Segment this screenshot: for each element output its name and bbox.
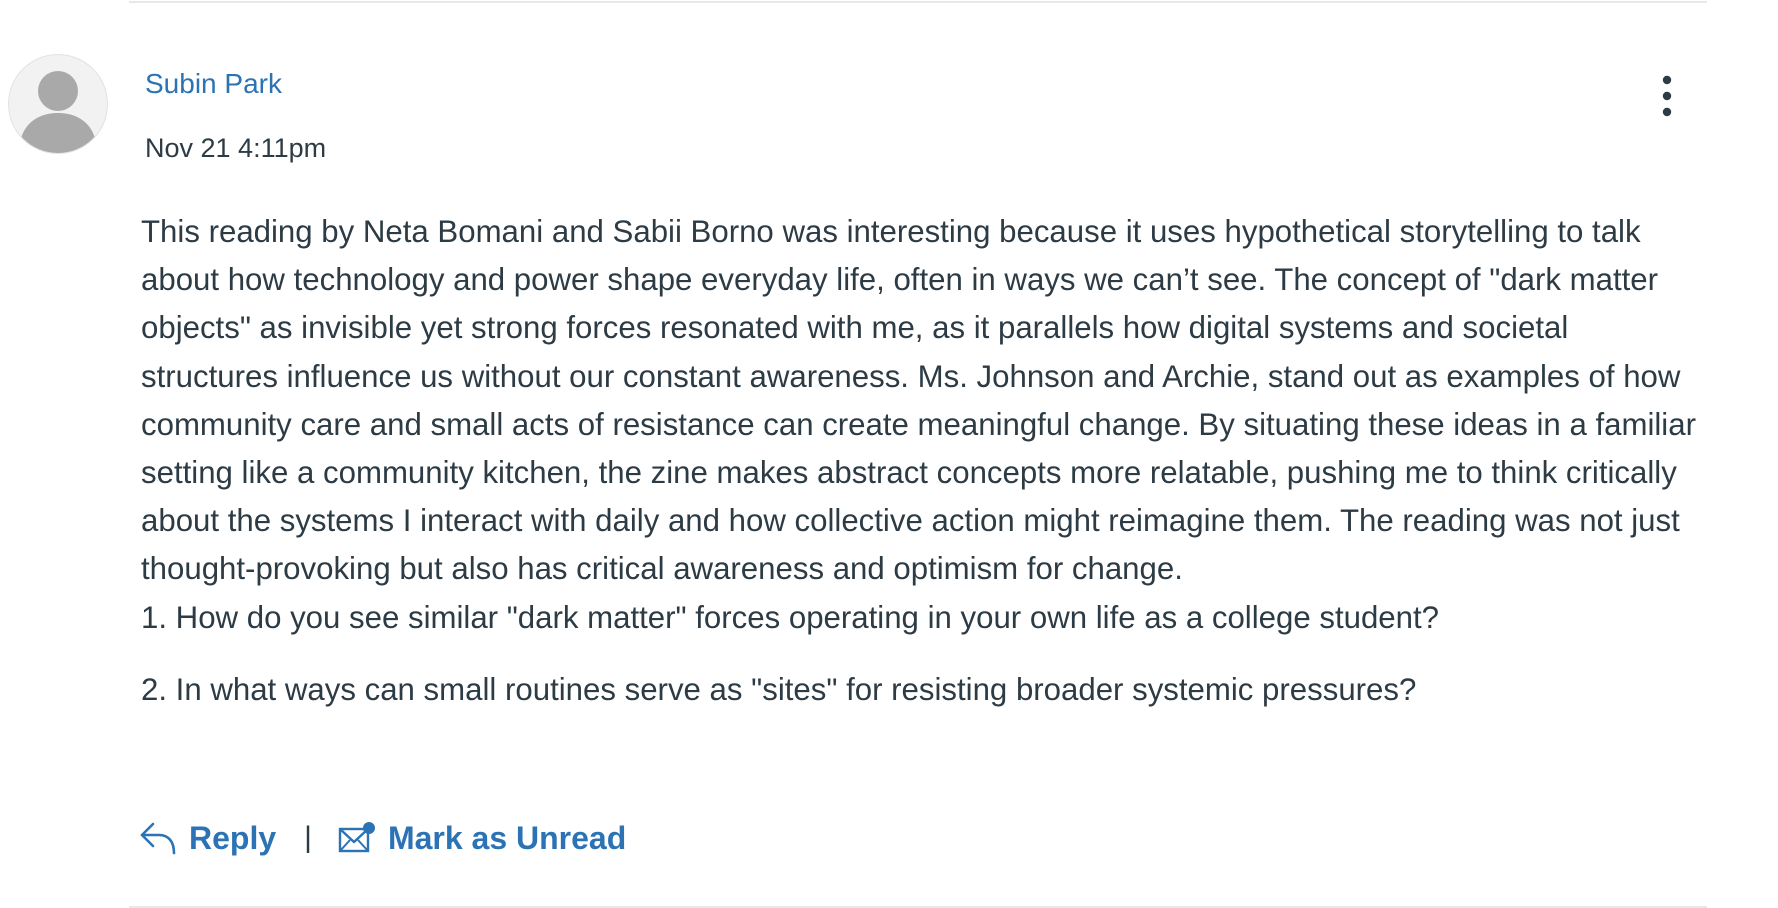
mark-as-unread-button[interactable]: Mark as Unread: [338, 820, 626, 857]
envelope-unread-icon: [338, 822, 375, 853]
post-paragraph: This reading by Neta Bomani and Sabii Bo…: [141, 214, 1696, 587]
discussion-question-1: 1. How do you see similar "dark matter" …: [141, 599, 1440, 635]
avatar[interactable]: [8, 54, 108, 154]
mark-as-unread-label: Mark as Unread: [387, 819, 627, 856]
top-divider: [129, 1, 1707, 3]
more-options-button[interactable]: [1650, 72, 1684, 120]
author-name-link[interactable]: Subin Park: [145, 66, 282, 102]
reply-arrow-icon: [140, 822, 176, 855]
post-body: This reading by Neta Bomani and Sabii Bo…: [141, 208, 1713, 714]
action-separator: |: [304, 821, 312, 854]
reply-button[interactable]: Reply: [139, 820, 276, 857]
discussion-question-2: 2. In what ways can small routines serve…: [141, 671, 1417, 707]
more-options-icon: [1662, 75, 1672, 117]
post-timestamp: Nov 21 4:11pm: [145, 133, 327, 163]
default-avatar-icon: [19, 71, 97, 153]
reply-label: Reply: [189, 819, 277, 856]
post-actions: Reply | Mark as Unread: [139, 816, 626, 860]
